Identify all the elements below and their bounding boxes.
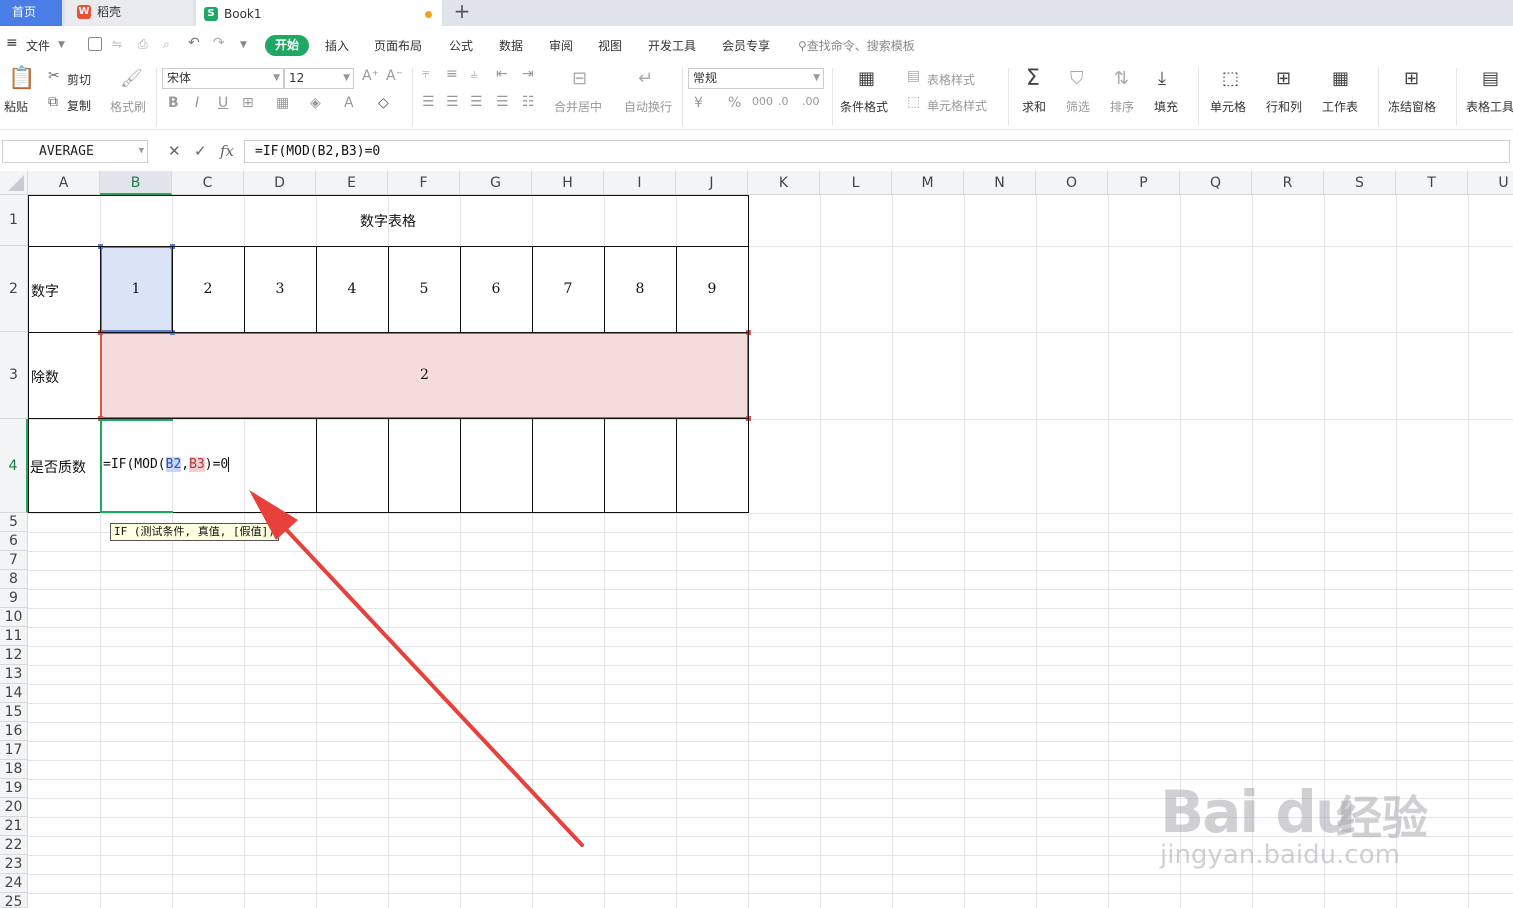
spreadsheet-app: 首页 W 稻壳 S Book1 + ≡ 文件 ▼ ⇋ ⎙ ⌕ ↶ ↷ ▼ 开始 …	[0, 0, 1513, 908]
watermark-url: jingyan.baidu.com	[1160, 840, 1400, 870]
baidu-watermark: Bai du 经验 jingyan.baidu.com	[1160, 760, 1460, 880]
watermark-logo: Bai du	[1160, 778, 1356, 846]
watermark-jingyan: 经验	[1336, 791, 1428, 845]
